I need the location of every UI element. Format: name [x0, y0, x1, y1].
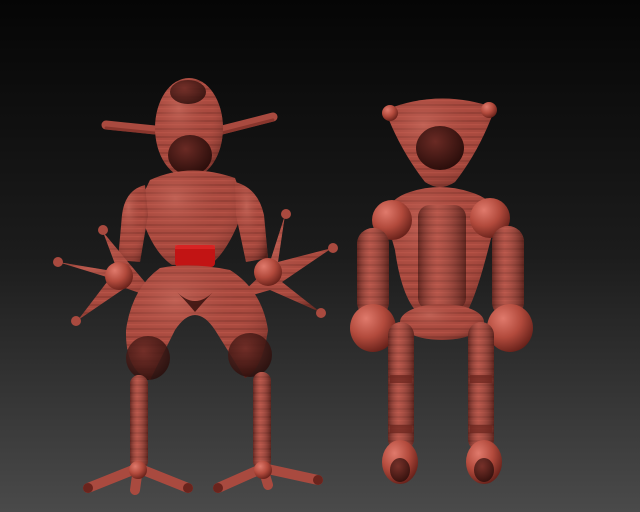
leg-right-figure-left: [388, 322, 414, 452]
leg-right: [253, 372, 271, 470]
foot-right-figure-left: [382, 440, 418, 484]
head-left: [155, 78, 223, 178]
foot-right-figure-right: [466, 440, 502, 484]
leg-left: [130, 375, 148, 470]
3d-viewport[interactable]: [0, 0, 640, 512]
scene-canvas: [0, 0, 640, 512]
leg-right-figure-right: [468, 322, 494, 452]
